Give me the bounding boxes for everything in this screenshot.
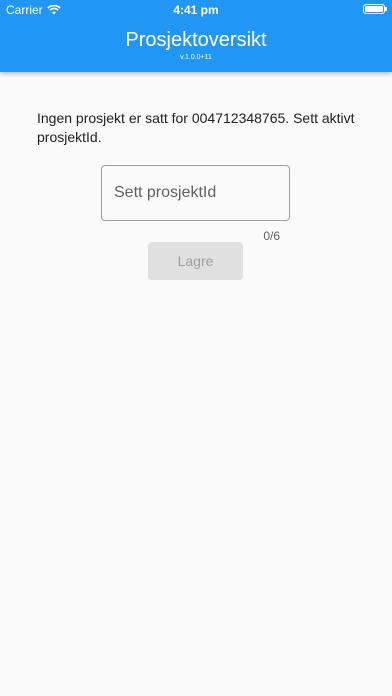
app-bar: Carrier 4:41 pm Prosjektoversikt v.1.0.0… [0,0,392,72]
character-counter: 0/6 [263,229,280,243]
page-title: Prosjektoversikt [125,29,267,51]
save-button[interactable]: Lagre [148,242,243,280]
project-id-field[interactable] [101,165,290,221]
no-project-message: Ingen prosjekt er satt for 004712348765.… [37,110,355,145]
version-label: v.1.0.0+11 [180,54,212,61]
battery-icon [363,4,387,14]
status-bar: Carrier 4:41 pm [0,0,392,20]
project-id-input[interactable] [102,166,289,220]
status-time: 4:41 pm [173,3,219,17]
